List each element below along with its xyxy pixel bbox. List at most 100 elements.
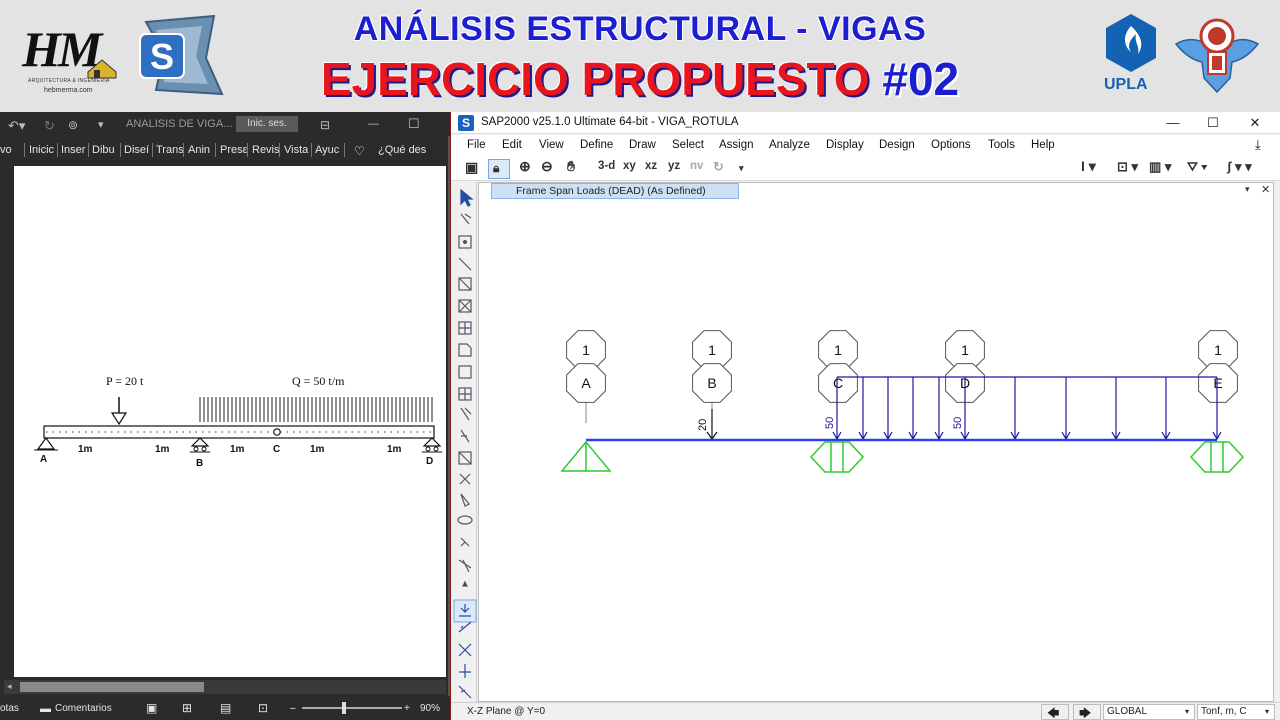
tab-ayuda[interactable]: Ayuc	[315, 144, 339, 156]
sap-minimize-button[interactable]: —	[1155, 114, 1191, 132]
tab-archivo[interactable]: vo	[0, 144, 12, 156]
draw-solid-icon[interactable]	[457, 515, 473, 525]
menu-view[interactable]: View	[539, 139, 564, 151]
sap-close-button[interactable]: ✕	[1237, 114, 1273, 132]
draw-tendon-icon[interactable]	[460, 429, 470, 443]
view-yz-button[interactable]: yz	[668, 160, 680, 172]
zoom-slider[interactable]	[302, 707, 402, 709]
view-nv-button[interactable]: nv	[690, 160, 703, 172]
tab-insertar[interactable]: Inser	[61, 144, 85, 156]
snap-perpendicular-icon[interactable]	[459, 664, 471, 678]
roller-support-c	[809, 441, 865, 473]
notes-button[interactable]: otas	[0, 703, 19, 714]
menu-file[interactable]: File	[467, 139, 486, 151]
ribbon-divider	[24, 143, 25, 157]
menu-select[interactable]: Select	[672, 139, 704, 151]
tab-revisar[interactable]: Revis	[252, 144, 280, 156]
reading-view-icon[interactable]: ▤	[220, 701, 231, 715]
tell-me-search[interactable]: ¿Qué des	[378, 144, 426, 156]
support-a	[34, 436, 58, 451]
zoom-slider-thumb[interactable]	[342, 702, 346, 714]
view-xy-button[interactable]: xy	[623, 160, 636, 172]
pointer-icon[interactable]	[460, 188, 474, 207]
rotate-icon[interactable]: ↻	[713, 159, 724, 175]
section-icon[interactable]: I ▾	[1081, 158, 1096, 175]
read-mode-icon[interactable]: ⊚	[68, 118, 78, 132]
scroll-left-icon[interactable]: ◂	[7, 681, 12, 692]
point-load-arrow	[110, 397, 128, 426]
frame-span-loads-drawing: 1A1B1C1D1E 50 50 20	[560, 330, 1245, 473]
draw-reference-point-icon[interactable]	[460, 493, 470, 507]
download-icon[interactable]: ⤓	[1255, 137, 1261, 153]
view-3d-button[interactable]: 3-d	[598, 160, 615, 172]
sap-maximize-button[interactable]: ☐	[1195, 114, 1231, 132]
menu-edit[interactable]: Edit	[502, 139, 522, 151]
menu-options[interactable]: Options	[931, 139, 971, 151]
ribbon-divider	[279, 143, 280, 157]
toolbar-dropdown-icon[interactable]: ▾	[739, 163, 744, 174]
menu-draw[interactable]: Draw	[629, 139, 656, 151]
snap-icon[interactable]	[460, 537, 470, 547]
slide-sorter-icon[interactable]: ⊞	[182, 701, 192, 715]
table-icon[interactable]: ▥ ▾	[1149, 159, 1171, 175]
snap-intersections-icon[interactable]	[458, 643, 472, 657]
snap-options-icon[interactable]	[458, 559, 472, 573]
tab-vista[interactable]: Vista	[284, 144, 308, 156]
function-icon[interactable]: ʃ ▾ ▾	[1227, 159, 1252, 175]
tab-diseno[interactable]: Diseí	[124, 144, 149, 156]
distributed-load	[832, 376, 1222, 441]
zoom-in-icon[interactable]: ⊕	[519, 158, 531, 175]
normal-view-icon[interactable]: ▣	[146, 701, 157, 715]
grid-number-bubble-label: 1	[834, 342, 842, 358]
reshape-icon[interactable]	[460, 213, 472, 225]
customize-toolbar-icon[interactable]: ▾	[98, 118, 104, 131]
save-icon[interactable]: ▣	[465, 159, 478, 176]
menu-analyze[interactable]: Analyze	[769, 139, 810, 151]
menu-display[interactable]: Display	[826, 139, 864, 151]
undo-icon[interactable]: ↶▾	[8, 118, 25, 134]
scrollbar-thumb[interactable]	[20, 682, 204, 692]
arrow-left-icon: 🡄	[1047, 706, 1060, 720]
draw-poly-area-icon[interactable]	[458, 343, 472, 357]
lock-icon: 🔒︎	[493, 161, 500, 175]
pan-icon[interactable]: ✋︎	[567, 158, 575, 175]
sap-statusbar: X-Z Plane @ Y=0 🡄 🡆 GLOBAL ▾ Tonf, m, C …	[451, 702, 1280, 720]
tab-dibujar[interactable]: Dibu	[92, 144, 115, 156]
tab-inicio[interactable]: Inicic	[29, 144, 54, 156]
sap-model-view[interactable]: Frame Span Loads (DEAD) (As Defined) ▾ ✕…	[478, 182, 1274, 702]
display-options-icon[interactable]: ⊡ ▾	[1117, 159, 1138, 175]
menu-design[interactable]: Design	[879, 139, 915, 151]
ribbon-display-icon[interactable]: ⊟	[320, 118, 330, 132]
maximize-button[interactable]: ☐	[408, 116, 420, 132]
banner-title: ANÁLISIS ESTRUCTURAL - VIGAS	[353, 10, 927, 48]
zoom-level[interactable]: 90%	[420, 703, 440, 714]
draw-dimension-icon[interactable]	[459, 473, 471, 485]
redo-icon[interactable]: ↻	[44, 118, 55, 134]
menu-tools[interactable]: Tools	[988, 139, 1015, 151]
zoom-out-icon[interactable]: –	[290, 703, 296, 714]
point-load-label: 20	[697, 419, 709, 431]
draw-link-icon[interactable]	[460, 407, 472, 421]
assign-icon[interactable]: ⛛ ▾	[1187, 159, 1207, 175]
comments-button[interactable]: Comentarios	[55, 703, 112, 714]
view-xz-button[interactable]: xz	[645, 160, 657, 172]
grid-number-bubble-label: 1	[582, 342, 590, 358]
horizontal-scrollbar[interactable]: ◂	[4, 680, 446, 694]
minimize-button[interactable]: —	[368, 118, 379, 130]
tab-presentacion[interactable]: Presε	[220, 144, 248, 156]
snap-fine-grid-icon[interactable]	[458, 685, 472, 699]
zoom-in-icon[interactable]: +	[404, 703, 410, 714]
menu-help[interactable]: Help	[1031, 139, 1055, 151]
snap-lines-icon[interactable]	[458, 621, 472, 633]
zoom-out-icon[interactable]: ⊖	[541, 158, 553, 175]
menu-assign[interactable]: Assign	[719, 139, 754, 151]
sign-in-button[interactable]: Inic. ses.	[236, 116, 298, 132]
menu-define[interactable]: Define	[580, 139, 613, 151]
draw-rect-area-icon[interactable]	[458, 365, 472, 379]
tab-animaciones[interactable]: Anin	[188, 144, 210, 156]
lightbulb-icon[interactable]: ♡	[354, 144, 365, 158]
comments-icon[interactable]: ▬	[40, 703, 51, 715]
slideshow-icon[interactable]: ⊡	[258, 701, 268, 715]
tab-transiciones[interactable]: Trans	[156, 144, 184, 156]
draw-frame-icon[interactable]	[458, 257, 472, 271]
